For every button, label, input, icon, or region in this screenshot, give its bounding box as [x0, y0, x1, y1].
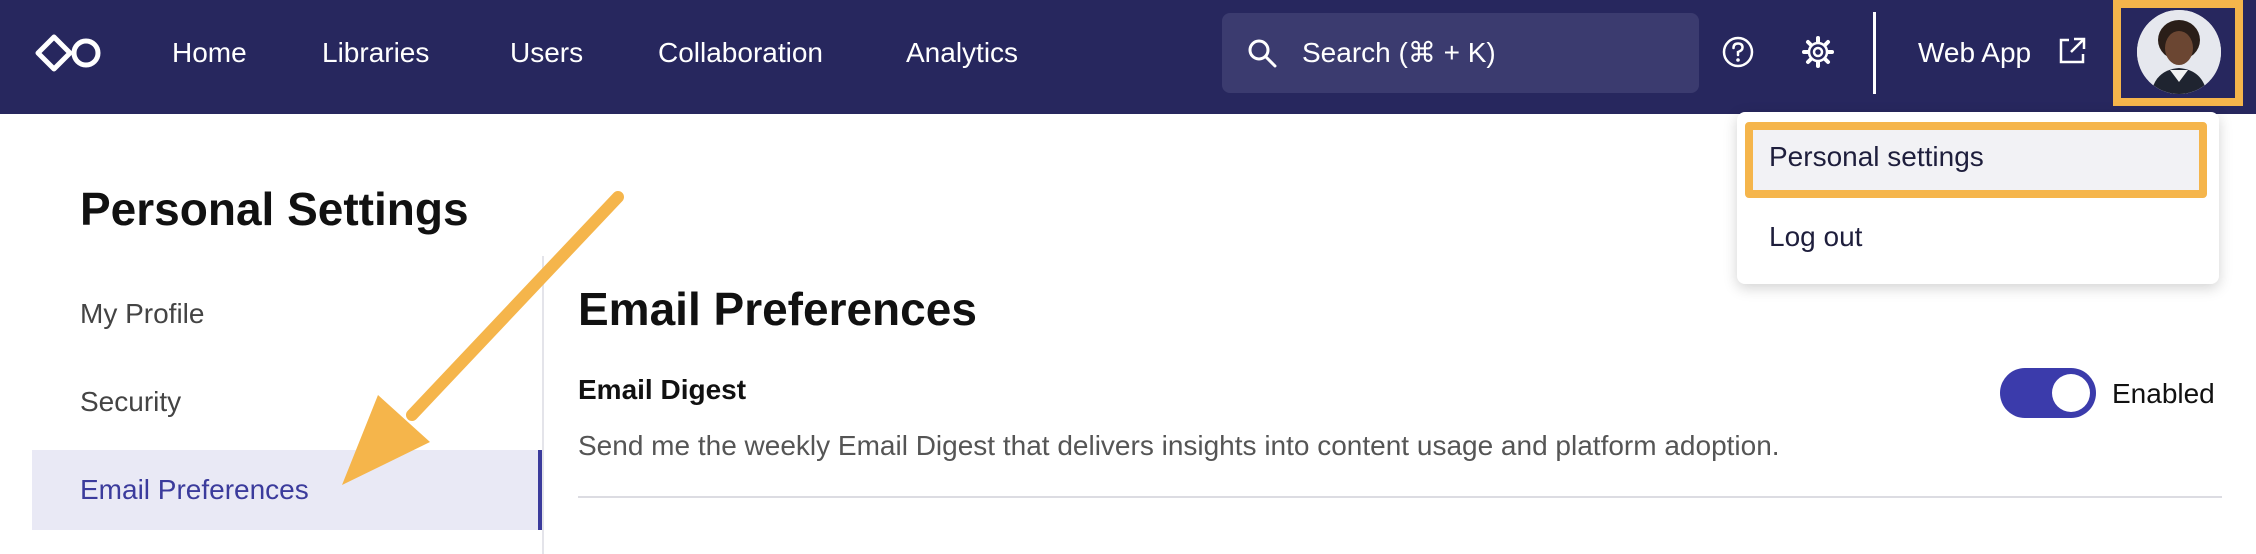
avatar[interactable]	[2137, 10, 2221, 94]
sidebar-item-email-preferences[interactable]: Email Preferences	[80, 474, 309, 506]
logo-icon[interactable]	[34, 32, 104, 74]
top-nav-bar: Home Libraries Users Collaboration Analy…	[0, 0, 2256, 114]
toggle-knob	[2052, 374, 2090, 412]
help-icon[interactable]	[1720, 34, 1756, 70]
toggle-status-label: Enabled	[2112, 378, 2215, 409]
search-input[interactable]: Search (⌘ + K)	[1222, 13, 1699, 93]
content-divider	[578, 496, 2222, 498]
nav-users[interactable]: Users	[510, 0, 583, 106]
sidebar-item-security[interactable]: Security	[80, 386, 181, 418]
search-icon	[1248, 39, 1277, 68]
nav-collaboration[interactable]: Collaboration	[658, 0, 823, 106]
nav-home[interactable]: Home	[172, 0, 247, 106]
email-digest-description: Send me the weekly Email Digest that del…	[578, 430, 1780, 461]
email-digest-toggle[interactable]	[2000, 368, 2096, 418]
annotation-arrow-icon	[342, 191, 624, 485]
nav-divider	[1873, 12, 1876, 94]
user-menu-dropdown: Personal settings Log out	[1737, 112, 2219, 284]
web-app-link[interactable]: Web App	[1918, 0, 2031, 106]
external-link-icon[interactable]	[2056, 35, 2088, 67]
gear-icon[interactable]	[1800, 34, 1836, 70]
search-placeholder: Search (⌘ + K)	[1302, 37, 1496, 68]
nav-libraries[interactable]: Libraries	[322, 0, 429, 106]
menu-item-personal-settings[interactable]: Personal settings	[1769, 141, 1984, 173]
nav-analytics[interactable]: Analytics	[906, 0, 1018, 106]
sidebar-item-my-profile[interactable]: My Profile	[80, 298, 204, 330]
menu-item-log-out[interactable]: Log out	[1769, 221, 1862, 253]
